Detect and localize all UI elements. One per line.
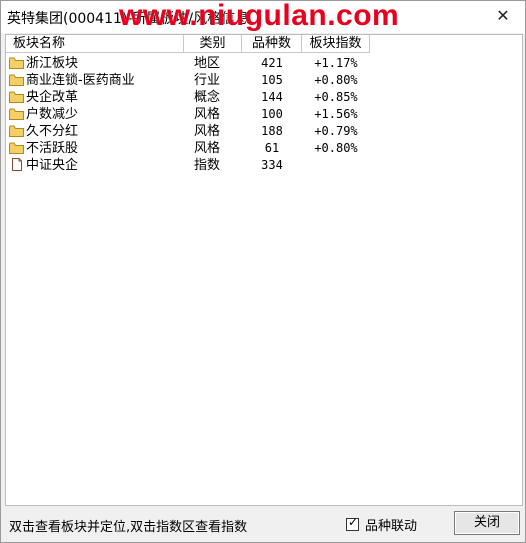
row-count: 421	[261, 56, 283, 70]
title-bar: 英特集团(000411)-所属板块/风格信息 www.niugulan.com …	[1, 0, 525, 33]
row-type: 行业	[194, 73, 221, 88]
checkbox-box[interactable]: ✓	[346, 514, 359, 531]
row-name-cell: 不活跃股	[9, 140, 78, 157]
list-header: 板块名称 类别 品种数 板块指数	[6, 35, 522, 53]
column-header-count[interactable]: 品种数	[242, 35, 302, 53]
row-name: 久不分红	[26, 124, 79, 139]
row-count: 100	[261, 107, 283, 121]
row-name-cell: 中证央企	[9, 157, 78, 174]
row-name: 商业连锁-医药商业	[26, 73, 135, 88]
folder-icon	[9, 125, 24, 137]
table-row[interactable]: 央企改革 概念 144 +0.85%	[6, 89, 522, 106]
table-row[interactable]: 商业连锁-医药商业 行业 105 +0.80%	[6, 72, 522, 89]
document-icon	[12, 158, 22, 171]
table-row[interactable]: 户数减少 风格 100 +1.56%	[6, 106, 522, 123]
row-name: 央企改革	[26, 90, 79, 105]
row-type: 风格	[194, 141, 221, 156]
sector-list[interactable]: 板块名称 类别 品种数 板块指数 浙江板块 地区 421 +1.17% 商业连锁…	[5, 34, 523, 506]
folder-icon	[9, 142, 24, 154]
linkage-checkbox[interactable]: ✓ 品种联动	[346, 514, 418, 534]
row-type: 概念	[194, 90, 221, 105]
check-icon: ✓	[348, 514, 359, 529]
watermark-logo: www.niugulan.com	[119, 0, 400, 32]
row-count: 334	[261, 158, 283, 172]
checkbox-label: 品种联动	[365, 518, 418, 534]
row-name: 中证央企	[26, 158, 79, 173]
row-name-cell: 浙江板块	[9, 55, 78, 72]
close-button[interactable]: 关闭	[454, 511, 520, 535]
column-header-index[interactable]: 板块指数	[302, 35, 370, 53]
row-index[interactable]: +0.80%	[302, 72, 370, 89]
folder-icon	[9, 57, 24, 69]
row-type: 风格	[194, 124, 221, 139]
row-index[interactable]: +1.56%	[302, 106, 370, 123]
row-name-cell: 央企改革	[9, 89, 78, 106]
table-row[interactable]: 久不分红 风格 188 +0.79%	[6, 123, 522, 140]
sector-info-window: 英特集团(000411)-所属板块/风格信息 www.niugulan.com …	[0, 0, 526, 543]
row-type: 指数	[194, 158, 221, 173]
list-rows: 浙江板块 地区 421 +1.17% 商业连锁-医药商业 行业 105 +0.8…	[6, 55, 522, 174]
row-index[interactable]	[302, 157, 370, 174]
table-row[interactable]: 浙江板块 地区 421 +1.17%	[6, 55, 522, 72]
row-type: 风格	[194, 107, 221, 122]
row-name: 户数减少	[26, 107, 79, 122]
row-name-cell: 户数减少	[9, 106, 78, 123]
row-name-cell: 久不分红	[9, 123, 78, 140]
row-index[interactable]: +0.80%	[302, 140, 370, 157]
folder-icon	[9, 74, 24, 86]
row-type: 地区	[194, 56, 221, 71]
folder-icon	[9, 108, 24, 120]
row-count: 105	[261, 73, 283, 87]
column-header-name[interactable]: 板块名称	[6, 35, 184, 53]
folder-icon	[9, 91, 24, 103]
row-index[interactable]: +0.85%	[302, 89, 370, 106]
row-name-cell: 商业连锁-医药商业	[9, 72, 135, 89]
row-index[interactable]: +0.79%	[302, 123, 370, 140]
footer-hint: 双击查看板块并定位,双击指数区查看指数	[9, 520, 248, 535]
row-count: 61	[264, 141, 280, 155]
row-index[interactable]: +1.17%	[302, 55, 370, 72]
row-name: 浙江板块	[26, 56, 79, 71]
table-row[interactable]: 中证央企 指数 334	[6, 157, 522, 174]
column-header-type[interactable]: 类别	[184, 35, 242, 53]
row-name: 不活跃股	[26, 141, 79, 156]
row-count: 188	[261, 124, 283, 138]
row-count: 144	[261, 90, 283, 104]
table-row[interactable]: 不活跃股 风格 61 +0.80%	[6, 140, 522, 157]
close-icon[interactable]: ✕	[492, 4, 514, 26]
